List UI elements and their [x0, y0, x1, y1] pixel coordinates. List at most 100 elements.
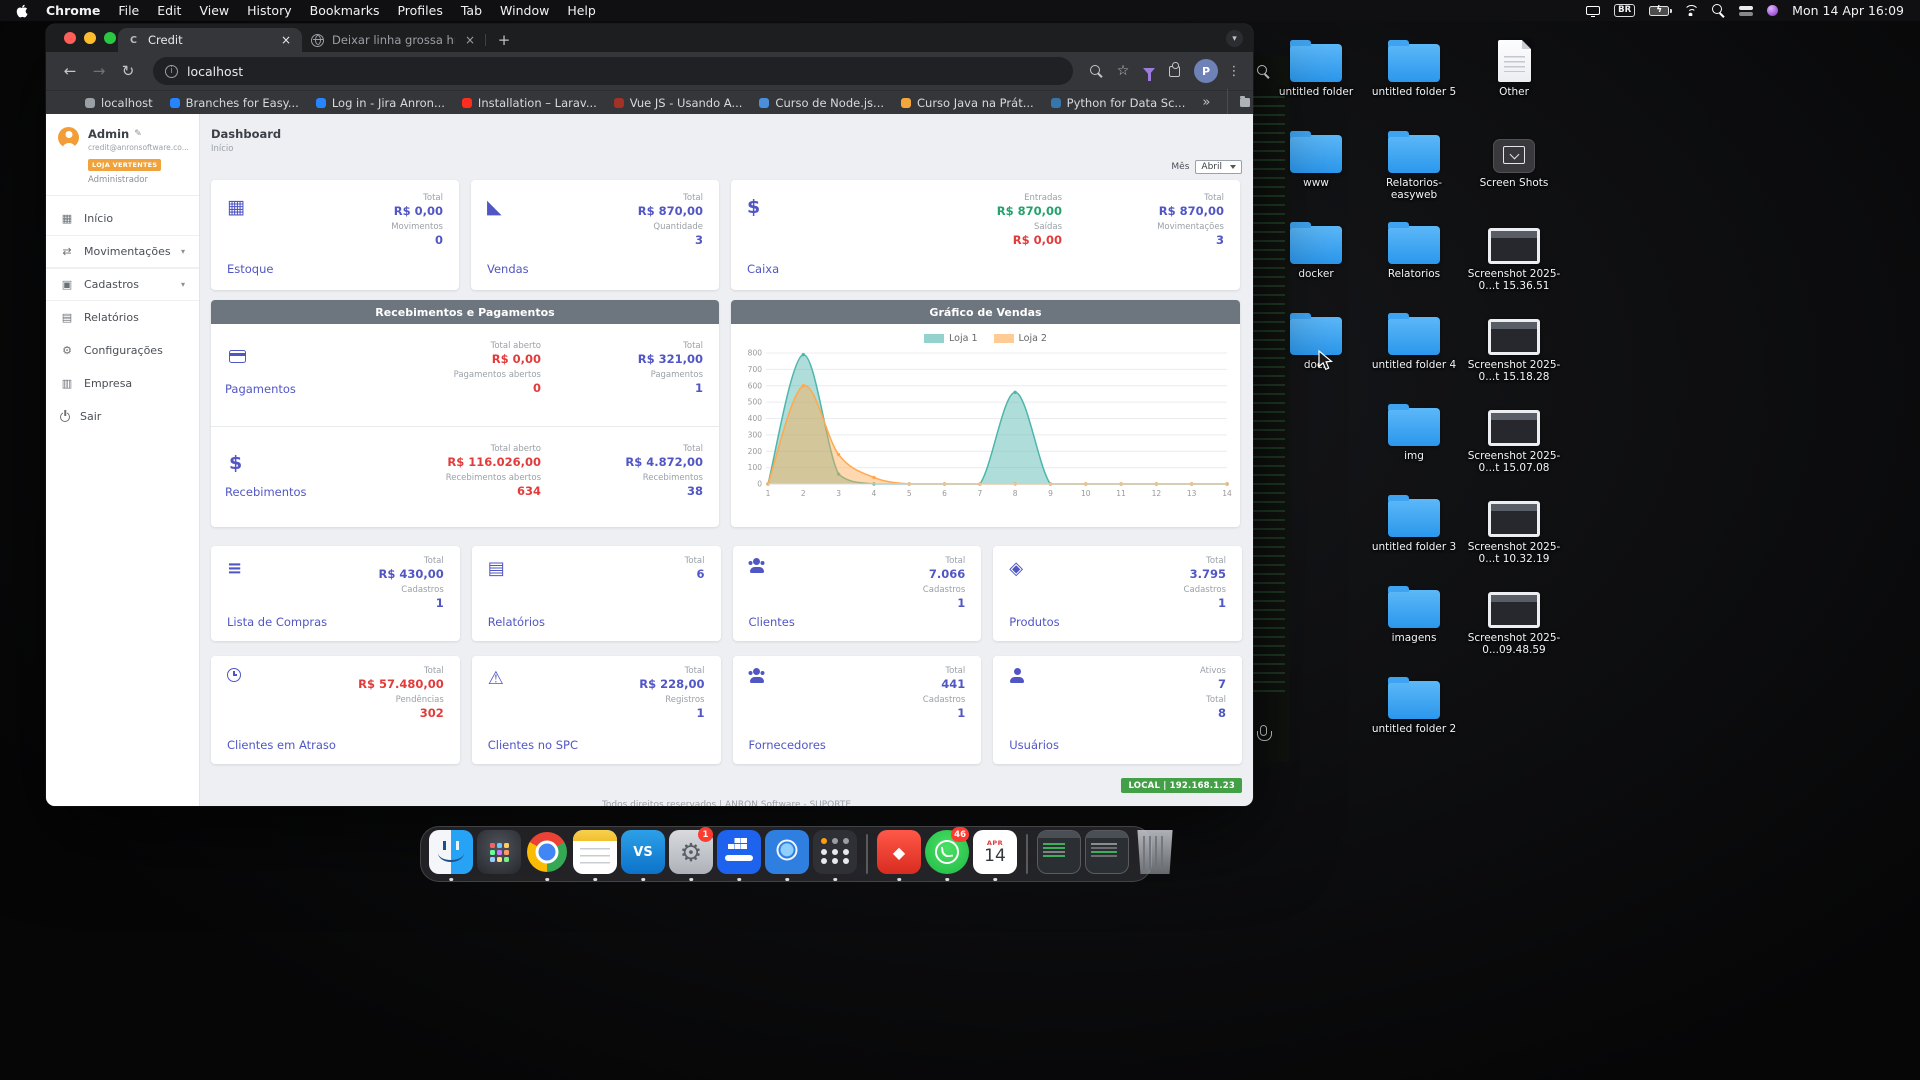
dock-item[interactable]: APR 14: [524, 828, 570, 880]
card-title[interactable]: Clientes em Atraso: [227, 738, 336, 752]
desktop-icon[interactable]: Screenshot 2025-0...t 15.18.28: [1466, 309, 1562, 400]
dock-item[interactable]: APR 14: [1132, 828, 1178, 880]
desktop-icon[interactable]: untitled folder: [1268, 36, 1364, 127]
minimize-window-button[interactable]: [84, 32, 96, 44]
bookmark-item[interactable]: Log in - Jira Anron...: [316, 96, 445, 110]
sidebar-item[interactable]: Sair: [46, 400, 199, 433]
desktop-icon[interactable]: untitled folder 3: [1366, 491, 1462, 582]
tab-close-icon[interactable]: ×: [279, 33, 293, 47]
browser-menu-icon[interactable]: ⋮: [1227, 64, 1241, 79]
forward-button[interactable]: →: [87, 62, 111, 80]
menu-item[interactable]: Bookmarks: [310, 3, 380, 18]
edit-profile-icon[interactable]: ✎: [134, 129, 142, 139]
all-bookmarks[interactable]: All Bookmarks: [1227, 89, 1253, 117]
dock-item[interactable]: APR 14: [1036, 828, 1082, 880]
desktop-icon[interactable]: Screenshot 2025-0...09.48.59: [1466, 582, 1562, 673]
back-button[interactable]: ←: [58, 62, 82, 80]
card-title[interactable]: Caixa: [747, 262, 779, 276]
dock-item[interactable]: APR 14: [972, 828, 1018, 880]
control-center-icon[interactable]: [1739, 6, 1753, 16]
desktop-icon[interactable]: Screenshot 2025-0...t 10.32.19: [1466, 491, 1562, 582]
dock-item[interactable]: APR 14 1: [668, 828, 714, 880]
desktop-icon[interactable]: Screenshot 2025-0...t 15.07.08: [1466, 400, 1562, 491]
screen-mirroring-icon[interactable]: [1586, 6, 1600, 15]
wifi-icon[interactable]: [1683, 5, 1698, 16]
desktop-icon[interactable]: docs: [1268, 309, 1364, 400]
dock-item[interactable]: APR 14: [428, 828, 474, 880]
tab-close-icon[interactable]: ×: [463, 33, 477, 47]
zoom-window-button[interactable]: [104, 32, 116, 44]
sidebar-item[interactable]: Configurações: [46, 334, 199, 367]
legend-item[interactable]: Loja 1: [924, 333, 977, 344]
dock-item[interactable]: APR 14: [764, 828, 810, 880]
menu-app-name[interactable]: Chrome: [46, 3, 100, 18]
card-title[interactable]: Vendas: [487, 262, 529, 276]
section-title[interactable]: Pagamentos: [225, 382, 296, 396]
month-select[interactable]: Abril: [1195, 160, 1242, 174]
dock-item[interactable]: APR 14: [716, 828, 762, 880]
desktop-icon[interactable]: www: [1268, 127, 1364, 218]
desktop-icon[interactable]: Relatorios: [1366, 218, 1462, 309]
dock-item[interactable]: APR 14: [572, 828, 618, 880]
spotlight-search-icon[interactable]: [1712, 4, 1725, 17]
apple-logo-icon[interactable]: [16, 4, 28, 18]
battery-icon[interactable]: ϟ: [1649, 6, 1669, 16]
menu-item[interactable]: History: [247, 3, 291, 18]
sidebar-item[interactable]: Início: [46, 202, 199, 235]
legend-item[interactable]: Loja 2: [994, 333, 1047, 344]
address-bar[interactable]: localhost: [153, 57, 1073, 85]
menu-item[interactable]: Tab: [461, 3, 482, 18]
menu-item[interactable]: Profiles: [397, 3, 442, 18]
url-text[interactable]: localhost: [187, 64, 243, 79]
desktop-icon[interactable]: Screen Shots: [1466, 127, 1562, 218]
user-avatar[interactable]: [58, 127, 79, 148]
status-dot-icon[interactable]: [1767, 5, 1778, 16]
desktop-icon[interactable]: Relatorios-easyweb: [1366, 127, 1462, 218]
desktop-icon[interactable]: img: [1366, 400, 1462, 491]
new-tab-button[interactable]: +: [492, 28, 516, 52]
dock-item[interactable]: APR 14: [866, 834, 868, 874]
card-title[interactable]: Lista de Compras: [227, 615, 327, 629]
bookmark-item[interactable]: Python for Data Sc...: [1051, 96, 1186, 110]
desktop-icon[interactable]: untitled folder 4: [1366, 309, 1462, 400]
card-title[interactable]: Clientes: [749, 615, 795, 629]
sidebar-item[interactable]: Empresa: [46, 367, 199, 400]
desktop-icon[interactable]: docker: [1268, 218, 1364, 309]
desktop-icon[interactable]: imagens: [1366, 582, 1462, 673]
browser-tab[interactable]: C Credit ×: [118, 28, 302, 52]
bookmark-star-icon[interactable]: ☆: [1112, 63, 1134, 79]
desktop-icon[interactable]: Screenshot 2025-0...t 15.36.51: [1466, 218, 1562, 309]
menu-item[interactable]: Window: [500, 3, 549, 18]
menu-clock[interactable]: Mon 14 Apr 16:09: [1792, 3, 1904, 18]
browser-tab[interactable]: Deixar linha grossa hr ×: [302, 28, 486, 52]
desktop-icon[interactable]: untitled folder 5: [1366, 36, 1462, 127]
site-info-icon[interactable]: [165, 65, 178, 78]
dock-item[interactable]: APR 14: [1026, 834, 1028, 874]
card-title[interactable]: Fornecedores: [749, 738, 826, 752]
desktop-icon[interactable]: Other: [1466, 36, 1562, 127]
section-title[interactable]: Recebimentos: [225, 485, 307, 499]
dock-item[interactable]: APR 14: [620, 828, 666, 880]
menu-item[interactable]: View: [199, 3, 229, 18]
dock-item[interactable]: APR 14: [1084, 828, 1130, 880]
bookmark-item[interactable]: Branches for Easy...: [170, 96, 299, 110]
reload-button[interactable]: ↻: [116, 62, 140, 80]
profile-avatar[interactable]: P: [1194, 59, 1218, 83]
zoom-lens-icon[interactable]: [1090, 65, 1103, 78]
card-title[interactable]: Usuários: [1009, 738, 1059, 752]
card-title[interactable]: Estoque: [227, 262, 273, 276]
dock-item[interactable]: APR 14 46: [924, 828, 970, 880]
menu-item[interactable]: File: [118, 3, 139, 18]
dock-item[interactable]: APR 14: [812, 828, 858, 880]
filter-extension-icon[interactable]: [1143, 68, 1155, 75]
input-source-indicator[interactable]: BR: [1614, 4, 1635, 17]
card-title[interactable]: Clientes no SPC: [488, 738, 578, 752]
menu-item[interactable]: Help: [567, 3, 596, 18]
bookmarks-overflow-chevron[interactable]: »: [1202, 95, 1210, 110]
menu-item[interactable]: Edit: [157, 3, 181, 18]
dock-item[interactable]: APR 14: [876, 828, 922, 880]
bookmark-item[interactable]: Vue JS - Usando A...: [614, 96, 743, 110]
extensions-puzzle-icon[interactable]: [1169, 66, 1180, 77]
desktop-icon[interactable]: untitled folder 2: [1366, 673, 1462, 764]
card-title[interactable]: Produtos: [1009, 615, 1059, 629]
